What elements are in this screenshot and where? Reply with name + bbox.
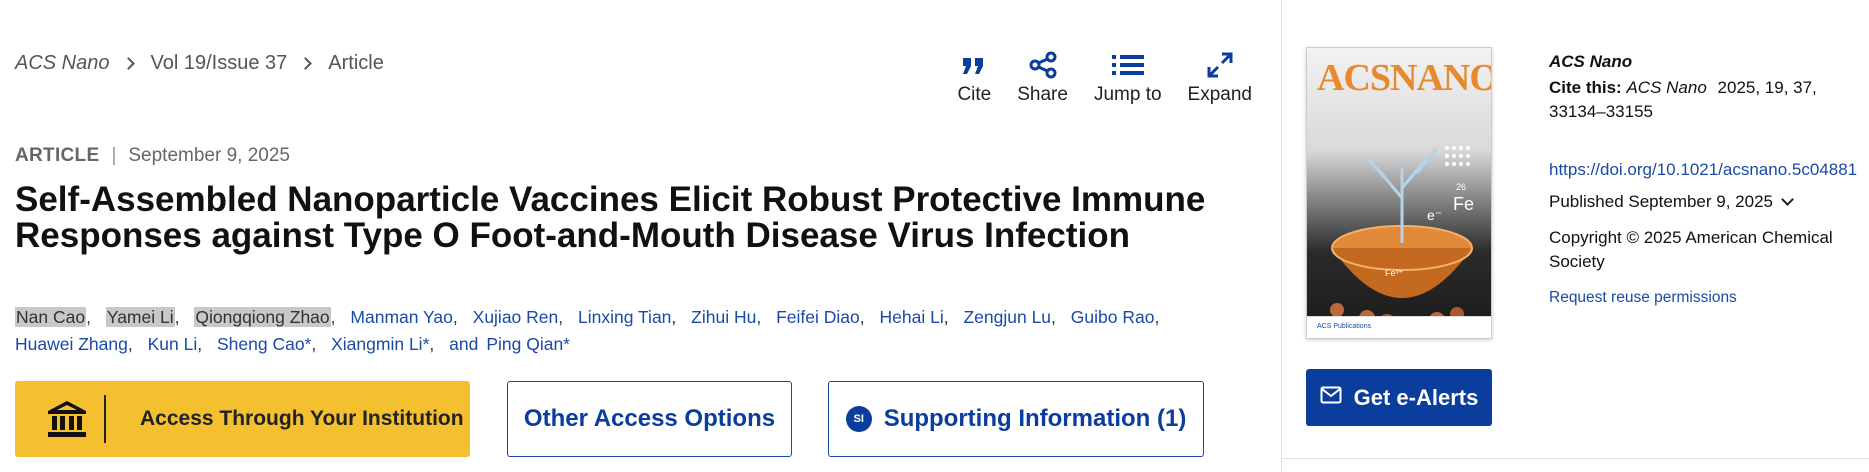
expand-icon bbox=[1206, 48, 1234, 82]
author-link[interactable]: Manman Yao bbox=[350, 307, 452, 327]
author-link[interactable]: Kun Li bbox=[148, 334, 198, 354]
expand-label: Expand bbox=[1187, 84, 1252, 105]
cover-fe-label: Fe bbox=[1453, 194, 1474, 214]
share-icon bbox=[1028, 48, 1058, 82]
author-link[interactable]: Yamei Li bbox=[105, 307, 175, 327]
author-and: and bbox=[449, 334, 479, 354]
sidebar-journal-name: ACS Nano bbox=[1549, 52, 1633, 71]
doi-link[interactable]: https://doi.org/10.1021/acsnano.5c04881 bbox=[1549, 158, 1864, 182]
cover-footer: ACS Publications bbox=[1307, 316, 1491, 338]
breadcrumb-journal[interactable]: ACS Nano bbox=[15, 52, 110, 75]
author-link[interactable]: Huawei Zhang bbox=[15, 334, 128, 354]
jump-to-label: Jump to bbox=[1093, 84, 1162, 105]
share-button[interactable]: Share bbox=[1017, 48, 1068, 106]
author-link[interactable]: Linxing Tian bbox=[578, 307, 671, 327]
reuse-permissions-link[interactable]: Request reuse permissions bbox=[1549, 286, 1864, 310]
cite-this: Cite this: ACS Nano 2025, 19, 37, 33134–… bbox=[1549, 76, 1864, 124]
author-link[interactable]: Nan Cao bbox=[15, 307, 87, 327]
author-link[interactable]: Xujiao Ren bbox=[473, 307, 559, 327]
author-link[interactable]: Sheng Cao* bbox=[217, 334, 311, 354]
quote-icon bbox=[961, 48, 987, 82]
author-link[interactable]: Guibo Rao bbox=[1071, 307, 1155, 327]
article-title: Self-Assembled Nanoparticle Vaccines Eli… bbox=[15, 180, 1206, 255]
author-link[interactable]: Xiangmin Li* bbox=[331, 334, 429, 354]
cite-this-label: Cite this: bbox=[1549, 78, 1622, 97]
get-alerts-label: Get e-Alerts bbox=[1353, 384, 1479, 410]
breadcrumb: ACS Nano Vol 19/Issue 37 Article bbox=[15, 52, 384, 75]
expand-button[interactable]: Expand bbox=[1188, 48, 1252, 106]
breadcrumb-current: Article bbox=[328, 52, 384, 74]
article-header: ACS Nano Vol 19/Issue 37 Article Cite Sh… bbox=[0, 0, 1282, 472]
author-list: Nan Cao, Yamei Li, Qiongqiong Zhao, Manm… bbox=[15, 307, 1160, 354]
sidebar-divider bbox=[1282, 458, 1869, 459]
published-date: Published September 9, 2025 bbox=[1549, 192, 1773, 211]
cover-e-label: e⁻ bbox=[1427, 207, 1442, 223]
article-date: September 9, 2025 bbox=[128, 145, 290, 166]
author-link[interactable]: Hehai Li bbox=[880, 307, 944, 327]
bank-icon bbox=[29, 399, 104, 439]
cite-button[interactable]: Cite bbox=[957, 48, 991, 106]
button-divider bbox=[104, 395, 106, 443]
author-link[interactable]: Zihui Hu bbox=[691, 307, 756, 327]
supporting-info-button[interactable]: SI Supporting Information (1) bbox=[828, 381, 1204, 457]
copyright-text: Copyright © 2025 American Chemical Socie… bbox=[1549, 228, 1833, 271]
author-link[interactable]: Feifei Diao bbox=[776, 307, 860, 327]
chevron-right-icon bbox=[121, 57, 135, 70]
meta-separator: | bbox=[111, 145, 117, 166]
get-alerts-button[interactable]: Get e-Alerts bbox=[1306, 369, 1492, 426]
citation-info: ACS Nano Cite this: ACS Nano 2025, 19, 3… bbox=[1549, 50, 1864, 310]
journal-cover-image[interactable]: e⁻ Fe 26 Fe³⁺ ACSNANO ACS Publications bbox=[1306, 47, 1492, 339]
other-access-label: Other Access Options bbox=[523, 405, 776, 432]
breadcrumb-issue[interactable]: Vol 19/Issue 37 bbox=[151, 52, 288, 75]
article-sidebar: e⁻ Fe 26 Fe³⁺ ACSNANO ACS Publications A… bbox=[1282, 0, 1869, 472]
si-badge-icon: SI bbox=[845, 406, 872, 432]
author-link[interactable]: Qiongqiong Zhao bbox=[194, 307, 331, 327]
author-link[interactable]: Zengjun Lu bbox=[963, 307, 1051, 327]
chevron-right-icon bbox=[299, 57, 313, 70]
cover-fe3-label: Fe³⁺ bbox=[1385, 268, 1404, 278]
supporting-info-label: Supporting Information (1) bbox=[883, 405, 1187, 432]
cite-journal: ACS Nano bbox=[1626, 78, 1707, 97]
author-link[interactable]: Ping Qian* bbox=[486, 334, 570, 354]
share-label: Share bbox=[1017, 84, 1068, 105]
cite-label: Cite bbox=[957, 84, 992, 105]
article-meta: ARTICLE | September 9, 2025 bbox=[15, 145, 290, 167]
other-access-button[interactable]: Other Access Options bbox=[507, 381, 792, 457]
mail-icon bbox=[1320, 386, 1342, 409]
article-type: ARTICLE bbox=[15, 145, 100, 166]
cover-26-label: 26 bbox=[1456, 182, 1466, 192]
institution-access-button[interactable]: Access Through Your Institution bbox=[15, 381, 470, 457]
published-toggle[interactable]: Published September 9, 2025 bbox=[1549, 190, 1864, 214]
institution-access-label: Access Through Your Institution bbox=[140, 407, 464, 430]
cover-title: ACSNANO bbox=[1317, 57, 1492, 99]
jump-to-button[interactable]: Jump to bbox=[1094, 48, 1162, 106]
list-icon bbox=[1111, 48, 1145, 82]
article-toolbar: Cite Share Jump to Expand bbox=[957, 48, 1252, 106]
chevron-down-icon bbox=[1781, 193, 1794, 206]
